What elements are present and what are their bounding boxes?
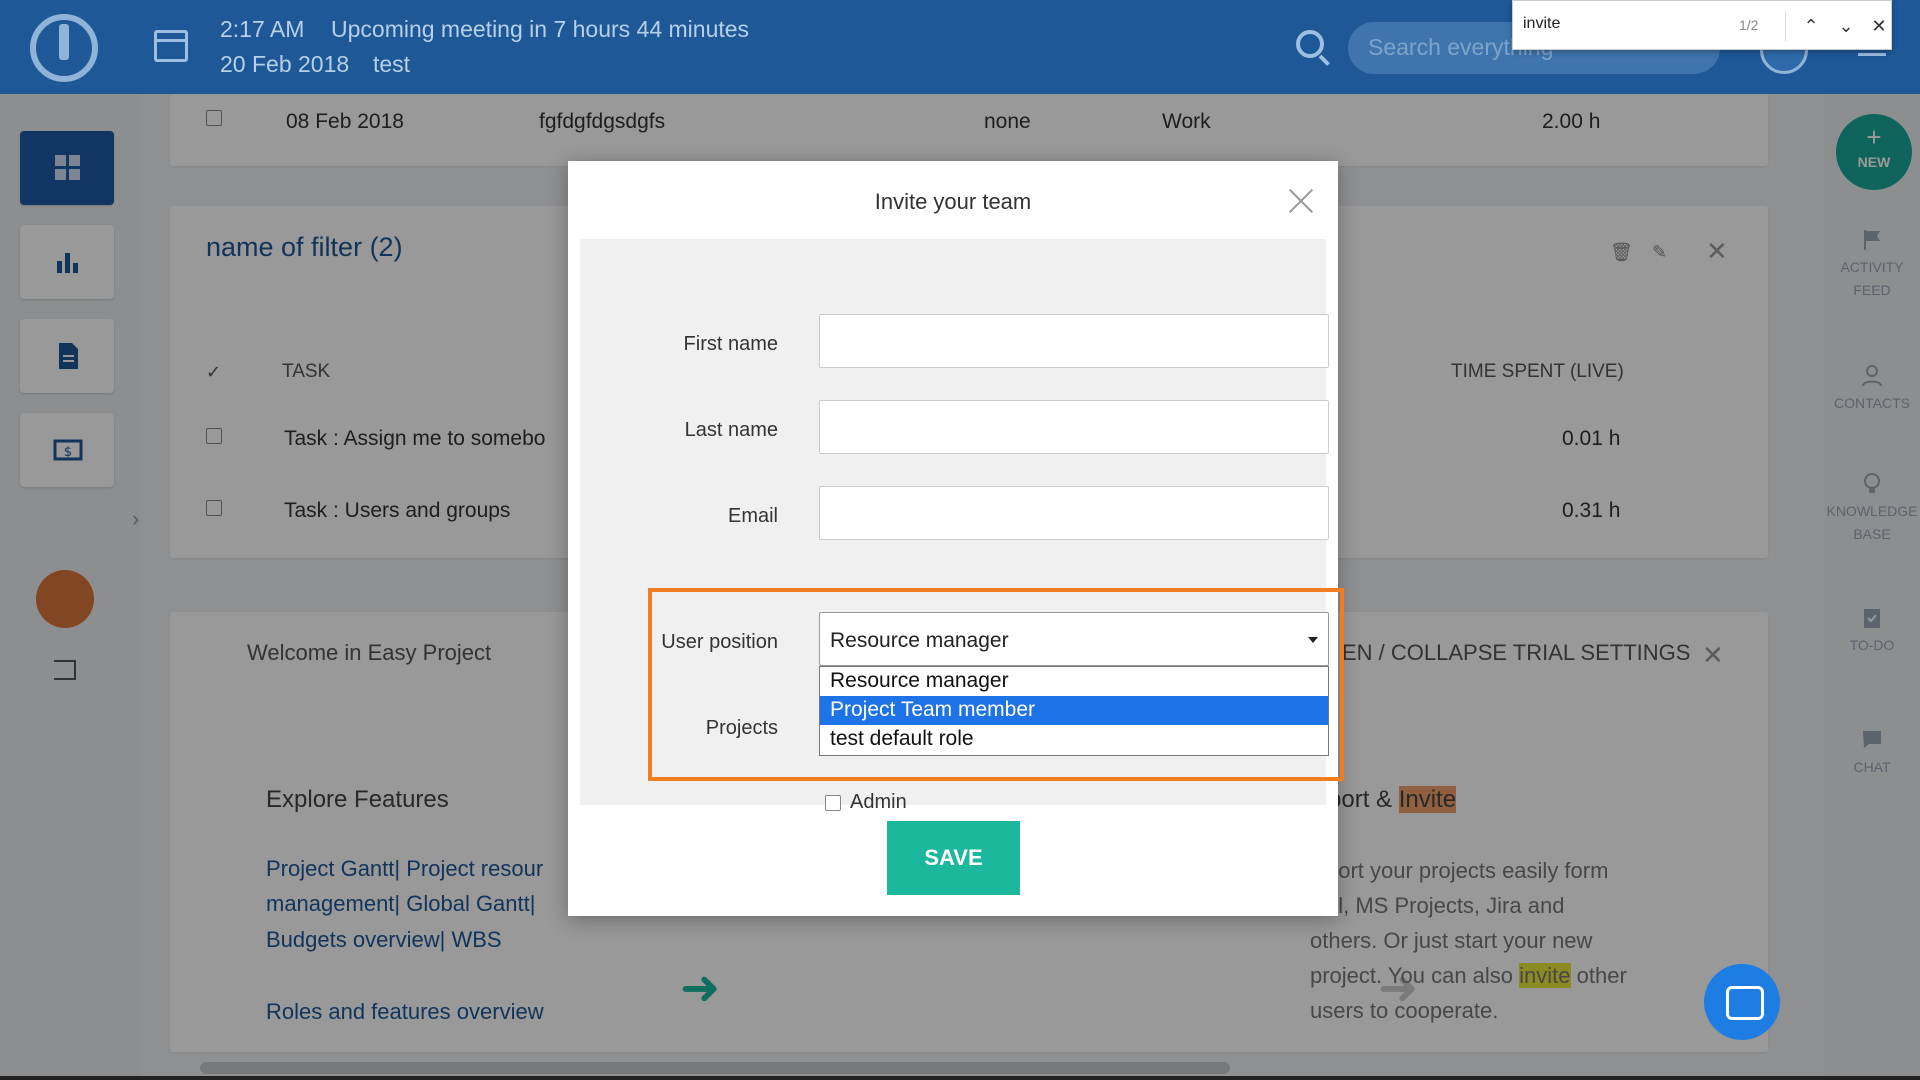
search-icon[interactable]	[1296, 30, 1324, 58]
user-position-select[interactable]: Resource manager	[819, 612, 1329, 666]
save-button[interactable]: SAVE	[887, 821, 1020, 895]
find-next-icon[interactable]: ⌄	[1834, 14, 1858, 38]
last-name-field[interactable]	[819, 400, 1329, 454]
current-date: 20 Feb 2018	[220, 51, 350, 77]
last-name-label: Last name	[684, 419, 778, 441]
find-divider	[1785, 11, 1786, 41]
close-icon[interactable]	[1286, 185, 1316, 215]
find-previous-icon[interactable]: ⌃	[1799, 14, 1823, 38]
find-in-page-bar: invite 1/2 ⌃ ⌄ ✕	[1512, 0, 1892, 50]
admin-label: Admin	[850, 791, 907, 813]
email-field[interactable]	[819, 486, 1329, 540]
first-name-label: First name	[683, 333, 778, 355]
dropdown-arrow-icon	[1308, 637, 1318, 643]
option-test-default-role[interactable]: test default role	[820, 725, 1328, 754]
calendar-icon[interactable]	[154, 30, 188, 62]
modal-form: First name Last name Email User position…	[580, 239, 1344, 813]
invite-team-modal: Invite your team First name Last name Em…	[568, 161, 1344, 916]
bottom-edge	[0, 1076, 1920, 1080]
option-resource-manager[interactable]: Resource manager	[820, 667, 1328, 696]
user-position-options: Resource manager Project Team member tes…	[819, 666, 1329, 756]
projects-label: Projects	[705, 717, 778, 739]
email-label: Email	[727, 505, 778, 527]
user-position-label: User position	[661, 631, 778, 653]
find-input[interactable]: invite	[1523, 15, 1560, 33]
find-match-count: 1/2	[1739, 17, 1759, 33]
horizontal-scrollbar[interactable]	[200, 1062, 1230, 1074]
app-logo-icon[interactable]	[30, 14, 98, 82]
find-close-icon[interactable]: ✕	[1867, 14, 1891, 38]
user-position-value: Resource manager	[830, 629, 1009, 652]
modal-title: Invite your team	[874, 189, 1032, 214]
upcoming-meeting-text[interactable]: Upcoming meeting in 7 hours 44 minutes	[331, 16, 749, 43]
support-chat-icon[interactable]	[1704, 964, 1780, 1040]
current-time: 2:17 AM	[220, 16, 305, 42]
admin-checkbox[interactable]	[825, 795, 841, 811]
option-project-team-member[interactable]: Project Team member	[820, 696, 1328, 725]
meeting-name[interactable]: test	[373, 51, 410, 78]
first-name-field[interactable]	[819, 314, 1329, 368]
